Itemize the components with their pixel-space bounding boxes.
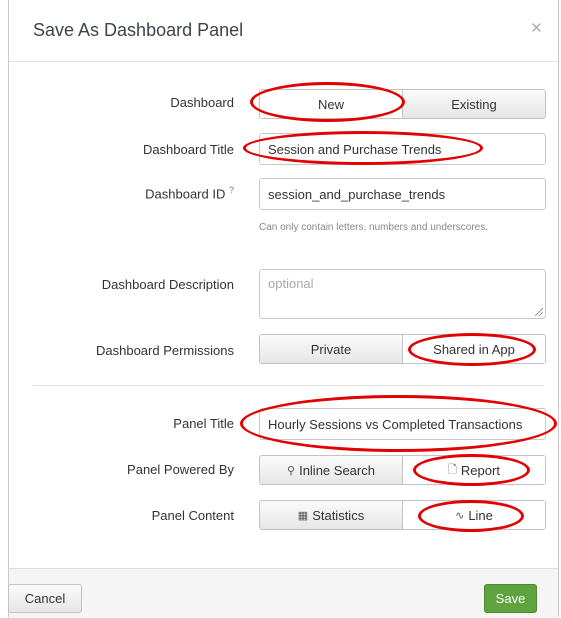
dialog-footer — [9, 568, 558, 618]
table-icon: ▦ — [297, 509, 309, 522]
statistics-label: Statistics — [312, 507, 365, 523]
resize-handle-icon[interactable] — [535, 308, 543, 316]
dashboard-id-label: Dashboard ID ? — [145, 185, 234, 201]
panel-powered-by-toggle: ⚲ Inline Search 🗋 Report — [259, 455, 546, 485]
dashboard-new-button[interactable]: New — [260, 90, 402, 118]
cancel-button[interactable]: Cancel — [8, 584, 82, 613]
dashboard-id-input[interactable]: session_and_purchase_trends — [259, 178, 546, 210]
permissions-shared-in-app-button[interactable]: Shared in App — [402, 335, 545, 363]
dashboard-label: Dashboard — [170, 95, 234, 110]
save-button[interactable]: Save — [484, 584, 537, 613]
line-label: Line — [468, 507, 493, 523]
inline-search-button[interactable]: ⚲ Inline Search — [260, 456, 402, 484]
panel-title-input[interactable]: Hourly Sessions vs Completed Transaction… — [259, 408, 546, 440]
dashboard-existing-button[interactable]: Existing — [402, 90, 545, 118]
line-chart-icon: ∿ — [455, 509, 465, 522]
search-icon: ⚲ — [287, 464, 296, 477]
document-icon: 🗋 — [448, 463, 457, 476]
dashboard-permissions-toggle: Private Shared in App — [259, 334, 546, 364]
close-icon[interactable]: × — [531, 18, 542, 40]
dashboard-description-placeholder: optional — [268, 276, 314, 291]
dashboard-description-textarea[interactable]: optional — [259, 269, 546, 319]
panel-content-toggle: ▦ Statistics ∿ Line — [259, 500, 546, 530]
dialog-header: Save As Dashboard Panel × — [9, 0, 558, 62]
dashboard-title-input[interactable]: Session and Purchase Trends — [259, 133, 546, 165]
section-divider — [33, 385, 544, 386]
panel-content-label: Panel Content — [151, 508, 234, 523]
dialog-title: Save As Dashboard Panel — [33, 20, 244, 40]
save-dashboard-panel-dialog: Save As Dashboard Panel × Dashboard New … — [8, 0, 559, 618]
dashboard-toggle: New Existing — [259, 89, 546, 119]
panel-powered-by-label: Panel Powered By — [127, 462, 234, 477]
permissions-private-button[interactable]: Private — [260, 335, 402, 363]
dashboard-id-label-text: Dashboard ID — [145, 186, 226, 202]
dashboard-id-hint: Can only contain letters, numbers and un… — [259, 222, 489, 233]
panel-title-label: Panel Title — [173, 416, 234, 431]
dashboard-title-label: Dashboard Title — [142, 142, 234, 157]
statistics-button[interactable]: ▦ Statistics — [260, 501, 402, 529]
dashboard-description-label: Dashboard Description — [101, 277, 234, 292]
report-label: Report — [460, 462, 500, 478]
line-button[interactable]: ∿ Line — [402, 501, 545, 529]
report-button[interactable]: 🗋 Report — [402, 456, 545, 484]
inline-search-label: Inline Search — [299, 462, 375, 478]
dashboard-permissions-label: Dashboard Permissions — [95, 343, 234, 358]
help-icon[interactable]: ? — [229, 185, 234, 195]
